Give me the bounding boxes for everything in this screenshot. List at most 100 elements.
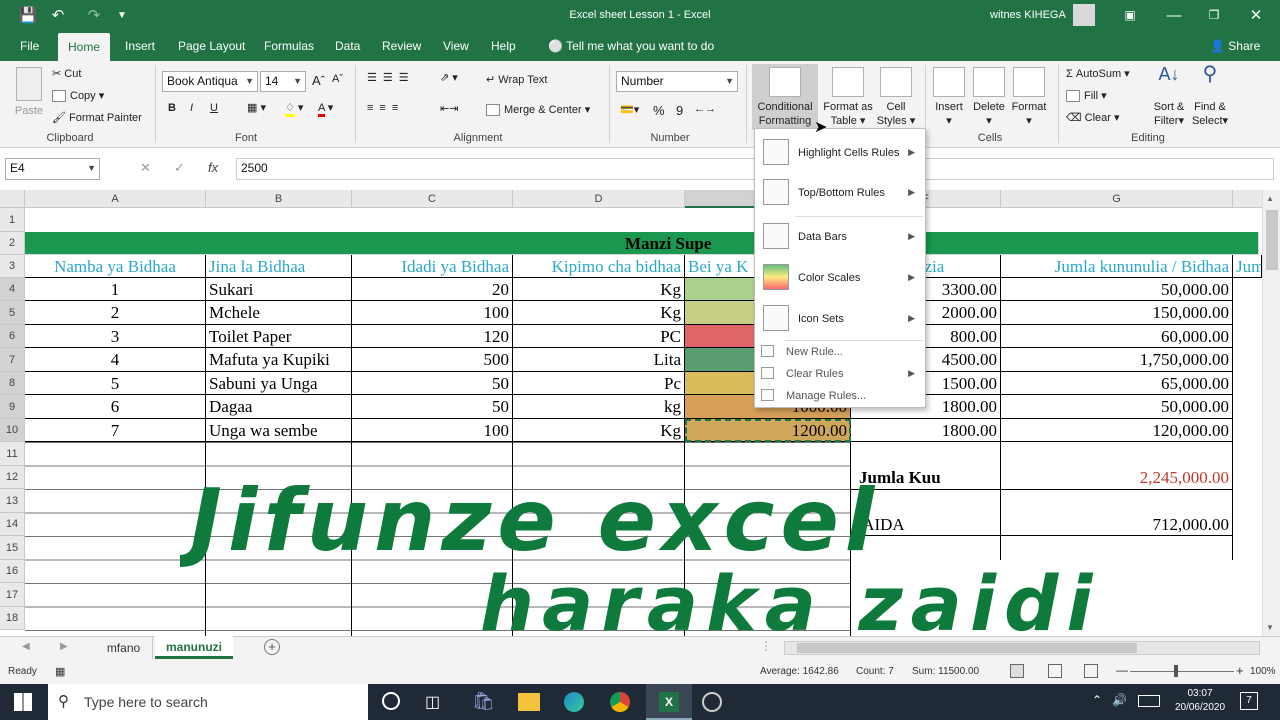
scroll-thumb[interactable] (797, 643, 1137, 653)
italic-button[interactable]: I (190, 102, 193, 114)
table-cell[interactable]: Pc (513, 372, 685, 395)
clear-button[interactable]: ⌫ Clear ▾ (1066, 111, 1120, 124)
header-cell[interactable]: Idadi ya Bidhaa (352, 255, 513, 278)
zoom-in-icon[interactable]: + (1236, 663, 1244, 678)
menu-item-clear-rules[interactable]: Clear Rules ▶ (755, 366, 925, 386)
ribbon-display-icon[interactable]: ▣ (1116, 0, 1144, 31)
share-button[interactable]: 👤 Share (1200, 31, 1270, 61)
total-value-cell[interactable]: 2,245,000.00 (1001, 466, 1233, 490)
table-cell[interactable]: Kg (513, 419, 685, 442)
table-cell[interactable]: Mafuta ya Kupiki (206, 348, 352, 372)
menu-item-highlight-cells[interactable]: Highlight Cells Rules ▶ (755, 137, 925, 171)
table-cell[interactable]: kg (513, 395, 685, 419)
table-cell[interactable]: Sabuni ya Unga (206, 372, 352, 395)
clock[interactable]: 03:07 20/06/2020 (1170, 687, 1230, 715)
row-header[interactable]: 13 (0, 489, 25, 513)
tab-home[interactable]: Home (58, 33, 111, 61)
menu-item-data-bars[interactable]: Data Bars ▶ (755, 221, 925, 255)
tab-data[interactable]: Data (325, 31, 370, 61)
row-header[interactable]: 8 (0, 372, 25, 395)
conditional-formatting-button[interactable]: Conditional Formatting (752, 64, 818, 130)
table-cell[interactable]: 150,000.00 (1001, 301, 1233, 325)
enter-icon[interactable]: ✓ (174, 160, 185, 176)
worksheet-grid[interactable]: A B C D E F G 1 2 3 4 5 6 7 8 9 10 11 12… (0, 190, 1262, 636)
decimal-icons[interactable]: ←→ (694, 103, 716, 115)
copy-button[interactable]: Copy ▾ (52, 89, 104, 103)
row-header[interactable]: 1 (0, 208, 25, 232)
table-cell[interactable]: 6 (25, 395, 206, 419)
menu-item-new-rule[interactable]: New Rule... (755, 344, 925, 364)
table-cell[interactable]: 2 (25, 301, 206, 325)
fill-button[interactable]: Fill ▾ (1066, 89, 1107, 103)
font-color-icon[interactable]: A ▾ (318, 101, 333, 117)
table-cell[interactable]: 7 (25, 419, 206, 442)
tab-file[interactable]: File (10, 31, 49, 61)
save-icon[interactable]: 💾 (14, 0, 42, 31)
table-cell[interactable]: 500 (352, 348, 513, 372)
row-header[interactable]: 9 (0, 395, 25, 419)
paste-button[interactable]: Paste (12, 67, 46, 118)
volume-icon[interactable]: 🔊 (1112, 693, 1127, 707)
row-header[interactable]: 7 (0, 348, 25, 372)
table-cell[interactable]: 100 (352, 419, 513, 442)
borders-icon[interactable]: ▦ ▾ (247, 101, 266, 114)
bold-button[interactable]: B (168, 102, 176, 114)
scroll-thumb[interactable] (1266, 210, 1278, 270)
header-cell[interactable]: Jum (1233, 255, 1262, 278)
notification-icon[interactable]: 7 (1240, 692, 1258, 710)
header-cell[interactable]: Jumla kununulia / Bidhaa (1001, 255, 1233, 278)
menu-item-manage-rules[interactable]: Manage Rules... (755, 388, 925, 408)
column-header[interactable] (1233, 190, 1262, 208)
undo-icon[interactable]: ↶ (44, 0, 72, 31)
table-cell[interactable]: Lita (513, 348, 685, 372)
total-label-cell[interactable]: Jumla Kuu (851, 466, 1001, 490)
table-cell[interactable]: Sukari (206, 278, 352, 301)
minimize-icon[interactable]: — (1160, 0, 1188, 31)
user-name[interactable]: witnes KIHEGA (990, 0, 1066, 31)
keyboard-icon[interactable] (1138, 695, 1160, 707)
column-header[interactable]: D (513, 190, 685, 208)
orientation-icon[interactable]: ⇗ ▾ (440, 71, 458, 84)
scroll-down-icon[interactable]: ▼ (1266, 623, 1274, 632)
row-header[interactable]: 5 (0, 301, 25, 325)
cell-styles-button[interactable]: Cell Styles ▾ (876, 67, 916, 128)
percent-style-button[interactable]: % (653, 103, 665, 118)
underline-button[interactable]: U (210, 102, 218, 114)
horizontal-align-icons[interactable]: ≡≡≡ (367, 102, 404, 114)
row-header[interactable]: 17 (0, 583, 25, 607)
table-cell[interactable]: 65,000.00 (1001, 372, 1233, 395)
table-cell[interactable]: 50 (352, 372, 513, 395)
name-box[interactable]: E4 ▼ (5, 158, 100, 180)
sheet-title-cell[interactable]: Manzi Supe (25, 232, 1259, 255)
header-cell[interactable]: Kipimo cha bidhaa (513, 255, 685, 278)
column-header[interactable]: C (352, 190, 513, 208)
increase-font-icon[interactable]: Aˆ (312, 73, 325, 88)
table-cell[interactable]: 3 (25, 325, 206, 348)
prev-sheet-icon[interactable]: ◀ (22, 641, 30, 652)
table-cell[interactable]: 20 (352, 278, 513, 301)
table-cell[interactable]: 60,000.00 (1001, 325, 1233, 348)
next-sheet-icon[interactable]: ▶ (60, 641, 68, 652)
taskbar-search[interactable]: ⚲ Type here to search (48, 684, 368, 720)
profit-value-cell[interactable]: 712,000.00 (1001, 513, 1233, 536)
autosum-button[interactable]: Σ AutoSum ▾ (1066, 67, 1130, 80)
zoom-out-icon[interactable]: — (1116, 663, 1128, 677)
redo-icon[interactable]: ↷ (80, 0, 108, 31)
header-cell[interactable]: Namba ya Bidhaa (25, 255, 206, 278)
restore-icon[interactable]: ❐ (1200, 0, 1228, 31)
profit-label-cell[interactable]: FAIDA (851, 513, 1001, 536)
table-cell[interactable]: 120,000.00 (1001, 419, 1233, 442)
page-layout-view-icon[interactable] (1048, 664, 1062, 678)
tray-chevron-icon[interactable]: ⌃ (1092, 693, 1102, 707)
close-icon[interactable]: ✕ (1242, 0, 1270, 31)
row-header[interactable]: 4 (0, 278, 25, 301)
sheet-tab-mfano[interactable]: mfano (95, 637, 153, 659)
zoom-level[interactable]: 100% (1250, 666, 1276, 677)
windows-start-icon[interactable] (14, 693, 32, 711)
tell-me-search[interactable]: ⚪ Tell me what you want to do (538, 31, 724, 61)
row-header[interactable]: 16 (0, 560, 25, 583)
zoom-slider-thumb[interactable] (1174, 665, 1178, 677)
split-handle-icon[interactable]: ⋮ (760, 639, 772, 653)
table-cell[interactable]: Mchele (206, 301, 352, 325)
format-painter-button[interactable]: 🖌 Format Painter (52, 111, 142, 124)
